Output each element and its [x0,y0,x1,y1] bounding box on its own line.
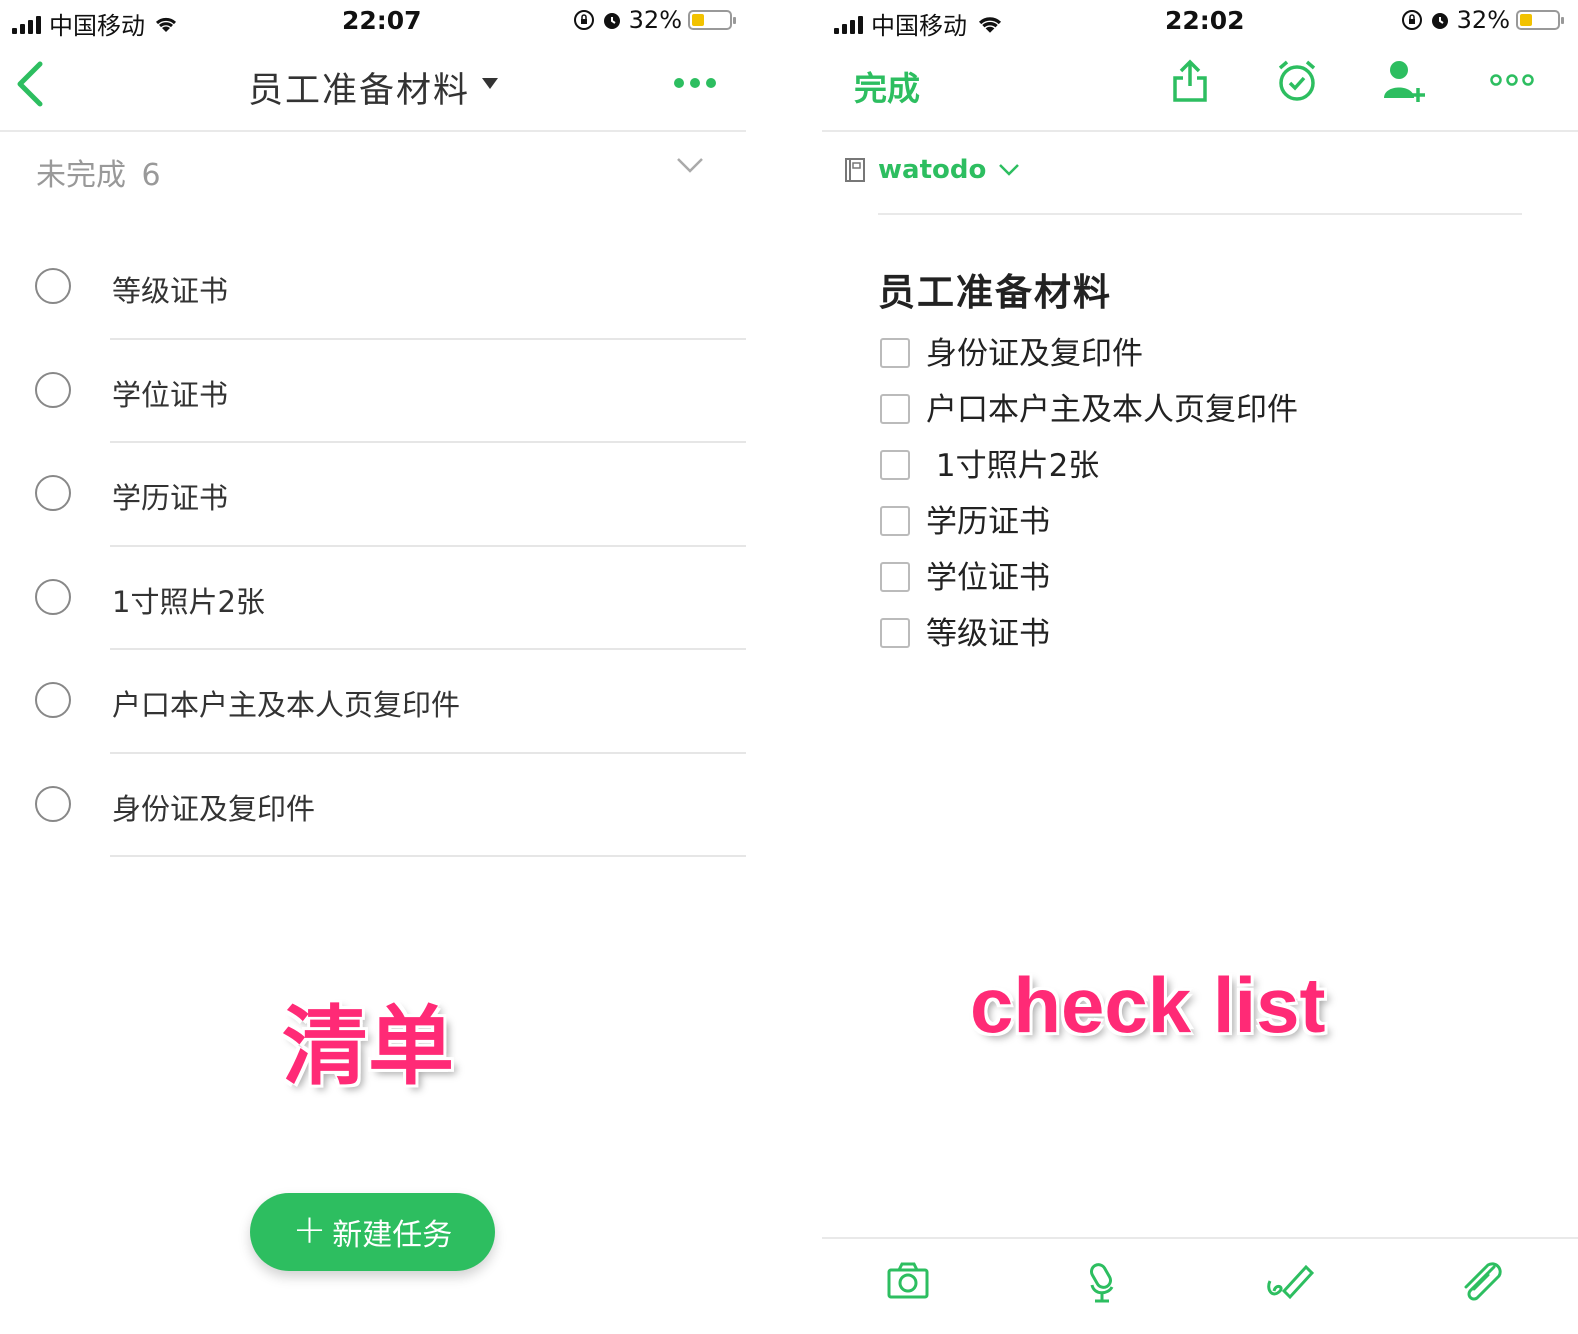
more-icon[interactable] [1490,72,1534,88]
new-task-label: 新建任务 [332,1218,453,1253]
status-bar: 中国移动 22:02 32% [822,0,1578,42]
task-list: 等级证书 学位证书 学历证书 1寸照片2张 户口本户主及本人页复印件 身份证及复… [0,236,746,857]
task-label[interactable]: 户口本户主及本人页复印件 [112,682,460,724]
carrier-name: 中国移动 [871,12,967,40]
clock: 22:07 [342,6,422,35]
task-checkbox[interactable] [35,475,71,511]
task-label[interactable]: 1寸照片2张 [112,579,265,621]
attachment-toolbar [822,1237,1578,1334]
task-label[interactable]: 学历证书 [112,475,228,517]
checkbox[interactable] [880,338,910,368]
divider [110,855,746,857]
task-label[interactable]: 学位证书 [112,372,228,414]
done-button[interactable]: 完成 [854,62,920,110]
battery-percent: 32% [1456,6,1510,34]
checklist-label[interactable]: 身份证及复印件 [926,328,1143,373]
microphone-icon[interactable] [1084,1261,1120,1303]
section-count: 6 [141,158,161,193]
editor-toolbar: 完成 [822,42,1578,132]
task-label[interactable]: 身份证及复印件 [112,786,315,828]
task-item[interactable]: 1寸照片2张 [0,547,746,650]
nav-bar: 员工准备材料 [0,42,746,132]
notebook-name[interactable]: watodo [878,155,986,185]
task-item[interactable]: 户口本户主及本人页复印件 [0,650,746,754]
task-label[interactable]: 等级证书 [112,268,228,310]
checkbox[interactable] [880,394,910,424]
alarm-status-icon [603,13,620,29]
task-list-screen: 中国移动 22:07 32% 员工准备材料 未完成 6 等级证书 学位证书 学历… [0,0,746,1334]
battery-percent: 32% [628,6,682,34]
task-checkbox[interactable] [35,578,71,615]
battery-icon [1516,10,1564,30]
status-right: 32% [573,6,736,34]
notebook-selector[interactable]: watodo [844,155,1020,185]
alarm-icon[interactable] [1276,58,1318,104]
carrier: 中国移动 [12,6,179,41]
status-right: 32% [1401,6,1564,34]
divider [878,213,1522,215]
plus-icon: + [292,1207,327,1253]
note-editor-screen: 中国移动 22:02 32% 完成 watodo 员工准备材料 身份证及复印件 … [822,0,1578,1334]
wifi-icon [155,17,177,32]
list-title[interactable]: 员工准备材料 [248,62,470,113]
chevron-down-icon[interactable] [676,156,704,174]
carrier: 中国移动 [834,6,1005,41]
checkbox[interactable] [880,562,910,592]
section-label: 未完成 [36,158,126,193]
checklist-label[interactable]: 学位证书 [926,552,1050,597]
checkbox[interactable] [880,618,910,648]
battery-icon [688,10,736,30]
checklist-label[interactable]: 等级证书 [926,608,1050,653]
clock: 22:02 [1165,6,1245,35]
task-item[interactable]: 身份证及复印件 [0,754,746,857]
task-checkbox[interactable] [35,682,71,718]
caption-check-list: check list [970,961,1326,1049]
checkbox[interactable] [880,506,910,536]
checkbox[interactable] [880,450,910,480]
task-item[interactable]: 学历证书 [0,443,746,547]
task-checkbox[interactable] [35,371,71,408]
wifi-icon [978,16,1002,33]
task-item[interactable]: 等级证书 [0,236,746,340]
checklist-label[interactable]: 学历证书 [926,496,1050,541]
add-user-icon[interactable] [1382,58,1430,104]
sketch-icon[interactable] [1266,1261,1314,1301]
attachment-icon[interactable] [1460,1261,1504,1303]
signal-icon [834,14,863,34]
title-dropdown-icon[interactable] [482,78,498,89]
task-item[interactable]: 学位证书 [0,340,746,443]
task-checkbox[interactable] [35,785,71,822]
alarm-status-icon [1431,13,1448,29]
note-title[interactable]: 员工准备材料 [878,262,1112,316]
camera-icon[interactable] [886,1261,930,1301]
more-icon[interactable] [674,78,716,88]
caption-qingdan: 清单 [282,997,454,1097]
carrier-name: 中国移动 [49,12,145,40]
incomplete-section-header[interactable]: 未完成 6 [36,150,710,198]
checklist-label[interactable]: 户口本户主及本人页复印件 [926,384,1298,429]
task-checkbox[interactable] [35,268,71,304]
share-icon[interactable] [1170,58,1210,104]
chevron-down-icon[interactable] [998,163,1020,177]
status-bar: 中国移动 22:07 32% [0,0,746,42]
notebook-icon [845,158,865,182]
new-task-button[interactable]: + 新建任务 [250,1193,495,1271]
checklist-label[interactable]: 1寸照片2张 [926,440,1099,485]
rotation-lock-icon [1401,10,1422,30]
back-icon[interactable] [14,60,46,108]
rotation-lock-icon [573,10,594,30]
signal-icon [12,14,41,34]
